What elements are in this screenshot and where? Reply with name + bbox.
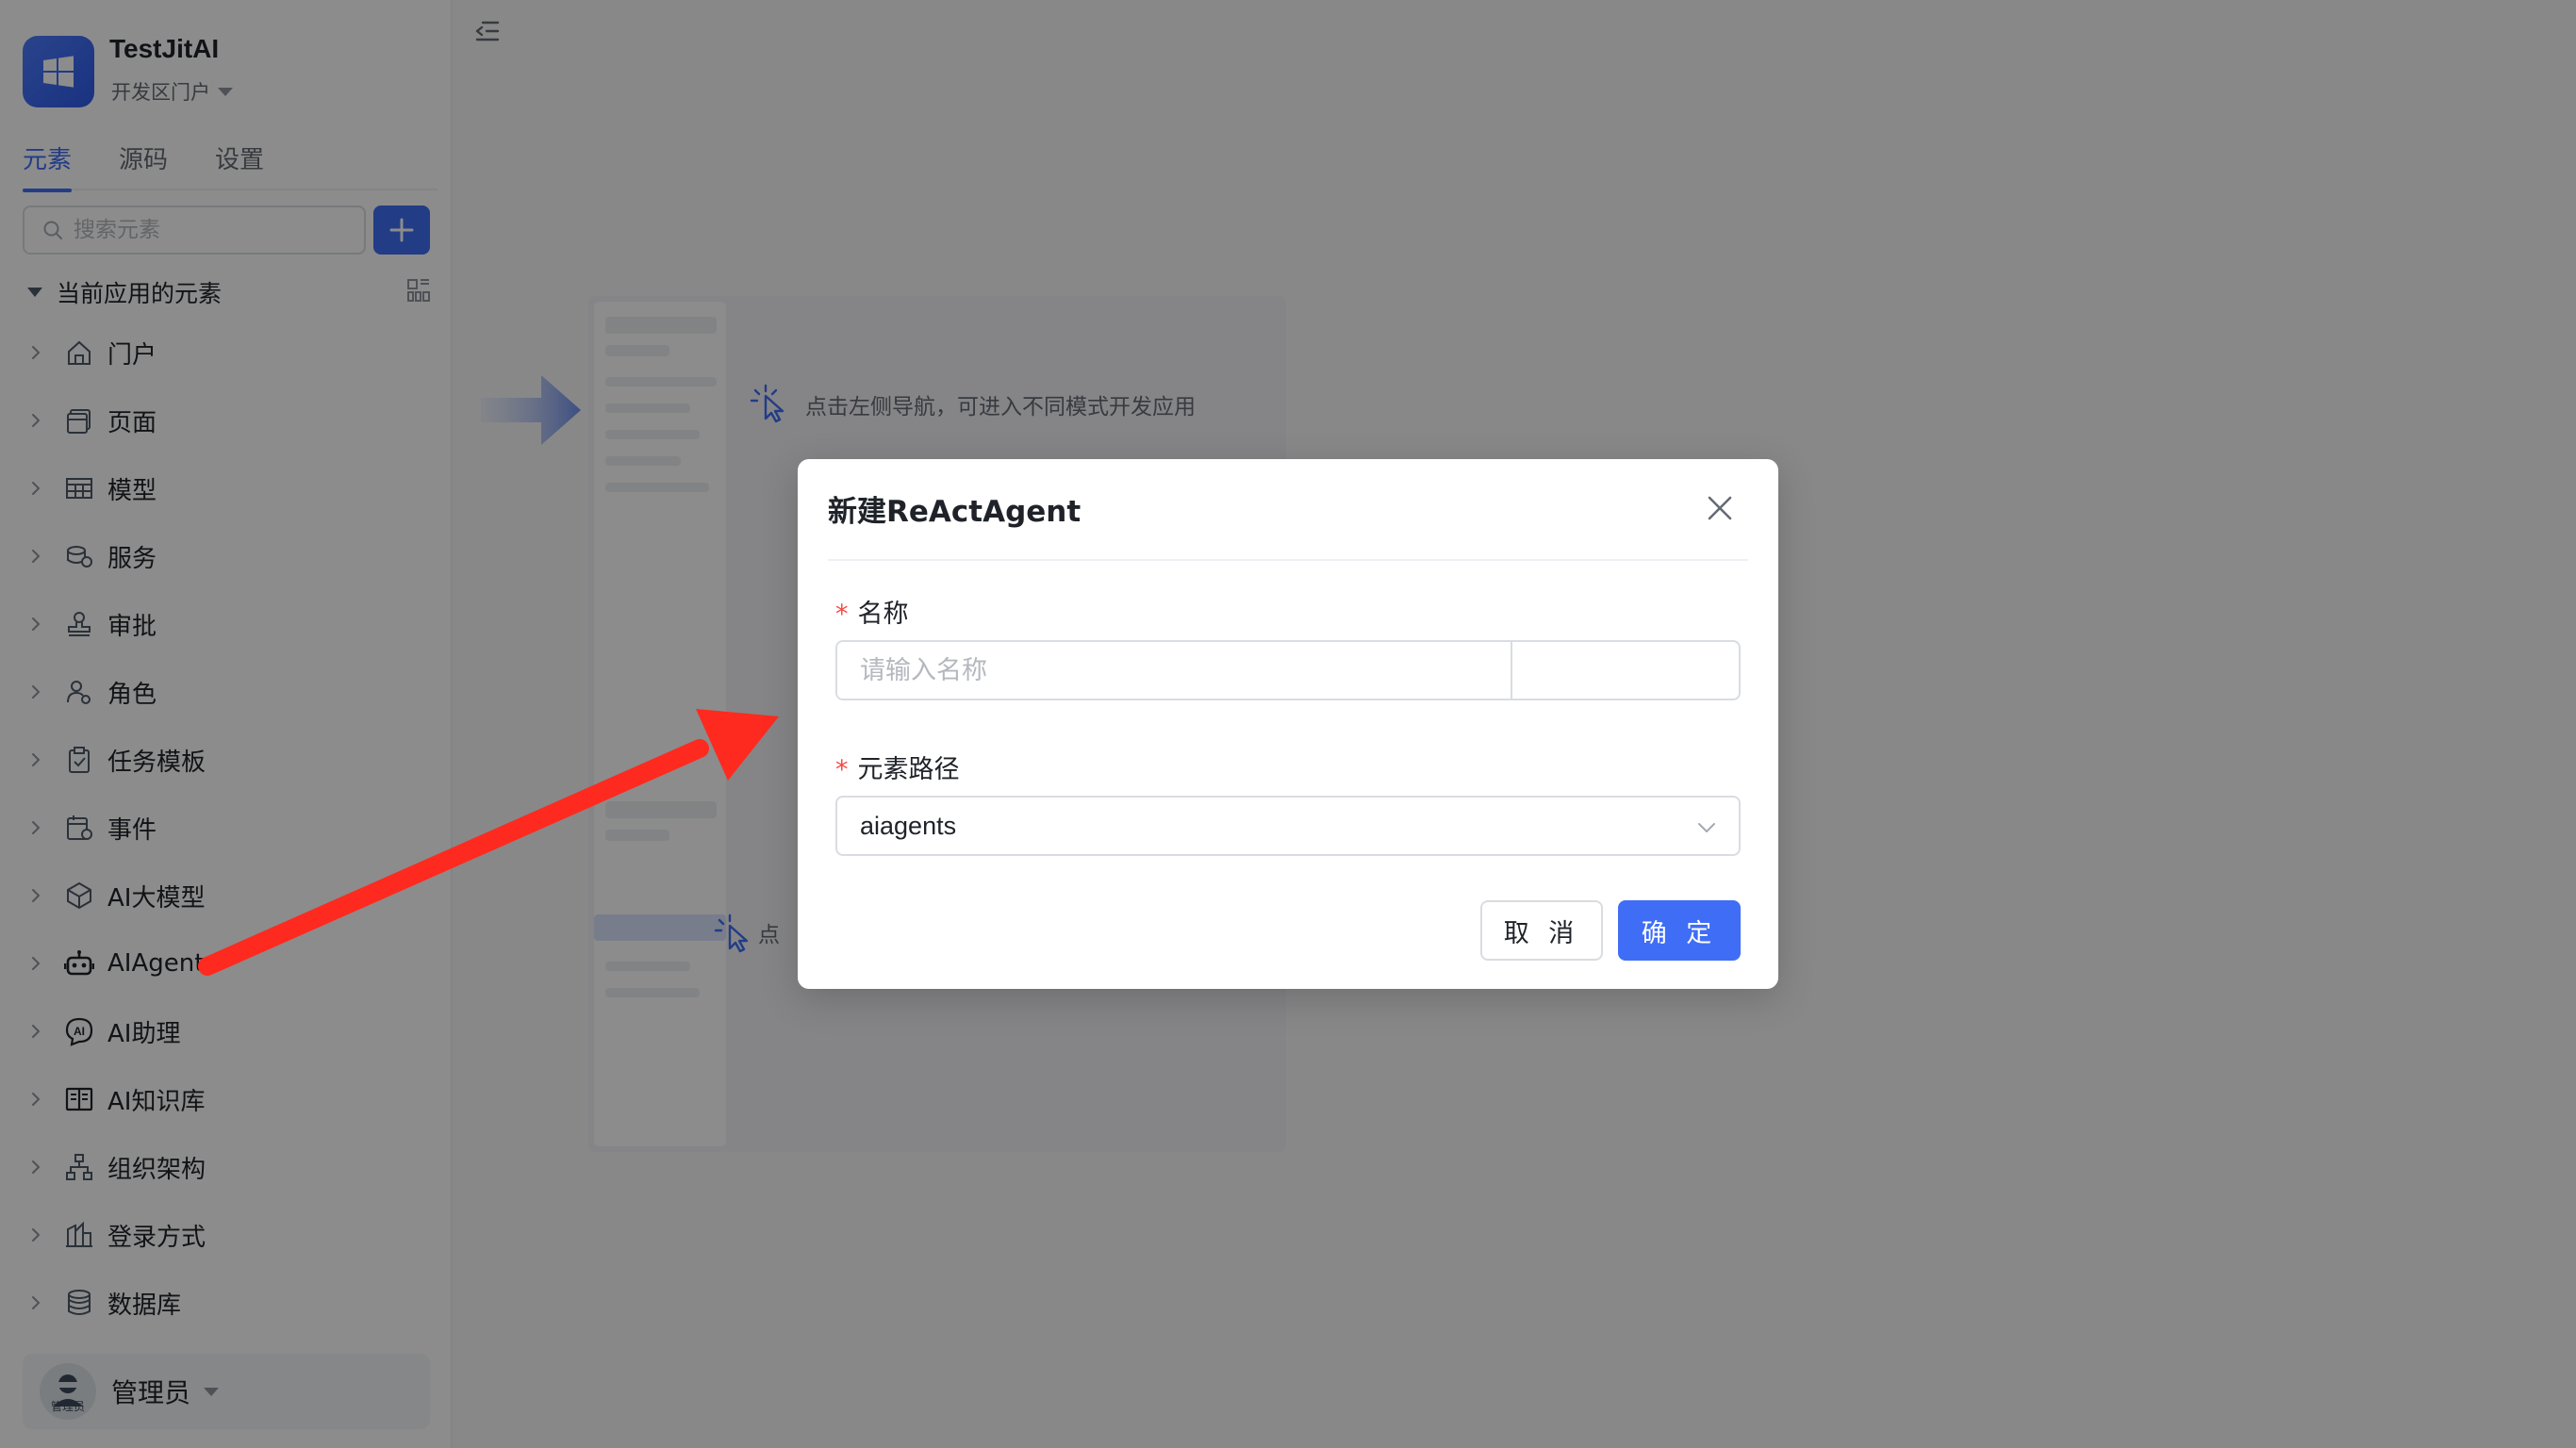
- name-input[interactable]: [837, 642, 1512, 699]
- create-agent-dialog: 新建ReActAgent * 名称 * 元素路径 aiagents 取 消 确 定: [798, 459, 1778, 989]
- dialog-title: 新建ReActAgent: [828, 495, 1082, 529]
- element-path-value: aiagents: [860, 811, 957, 840]
- required-mark: *: [835, 600, 849, 629]
- element-path-select[interactable]: aiagents: [835, 796, 1741, 856]
- name-label: * 名称: [835, 593, 909, 630]
- close-icon[interactable]: [1705, 493, 1735, 523]
- chevron-down-icon: [1698, 823, 1715, 832]
- path-label: * 元素路径: [835, 749, 960, 785]
- name-field: [835, 640, 1741, 700]
- name-label-text: 名称: [857, 600, 909, 629]
- name-suffix-input[interactable]: [1512, 642, 1739, 699]
- path-label-text: 元素路径: [857, 755, 960, 784]
- required-mark: *: [835, 755, 849, 784]
- confirm-button[interactable]: 确 定: [1618, 900, 1741, 961]
- cancel-button[interactable]: 取 消: [1480, 900, 1603, 961]
- dialog-divider: [828, 559, 1748, 561]
